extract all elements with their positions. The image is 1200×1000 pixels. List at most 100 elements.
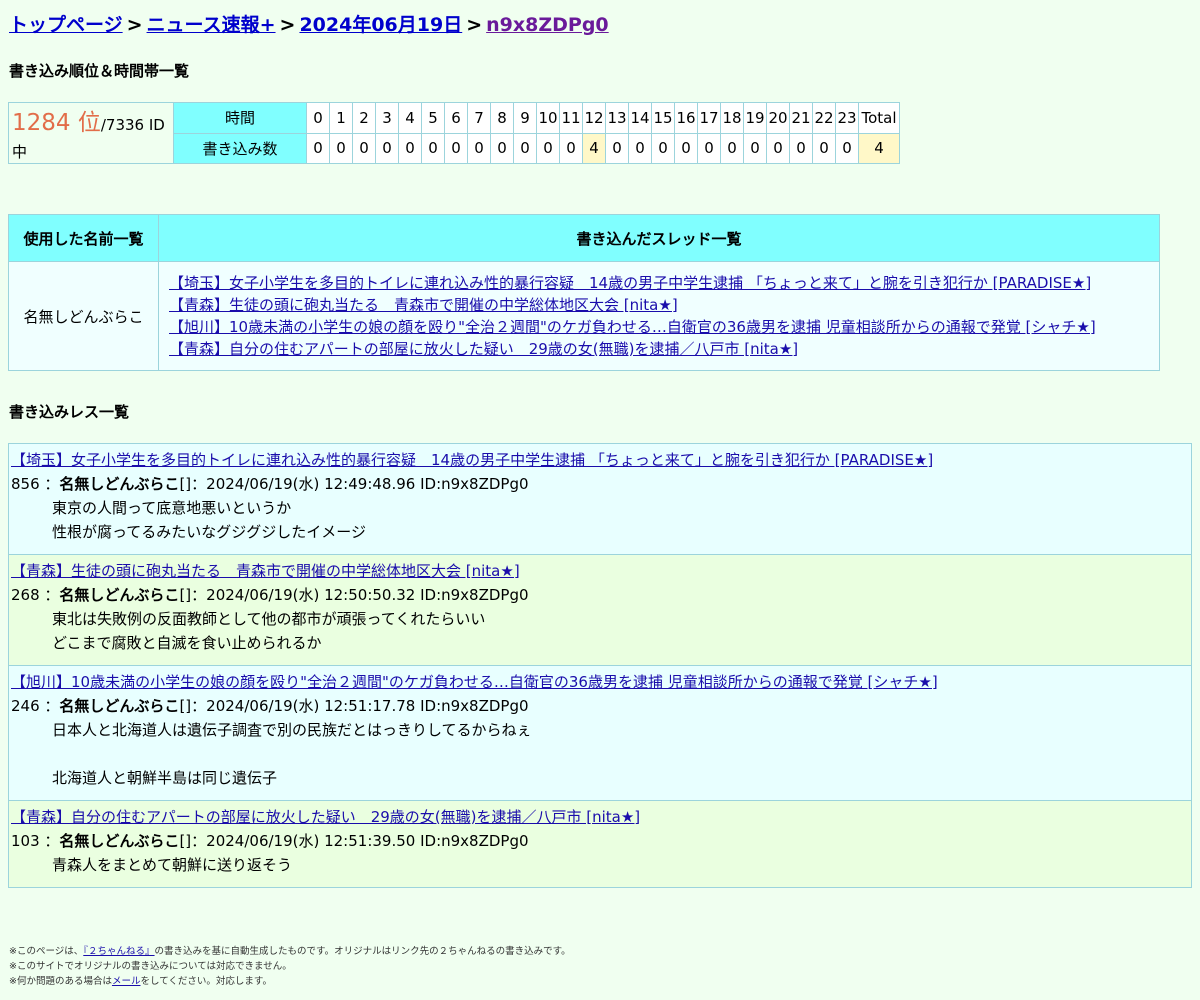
hour-count: 0 xyxy=(375,132,399,164)
count-label: 書き込み数 xyxy=(173,132,307,164)
breadcrumb-separator: > xyxy=(466,14,483,36)
breadcrumb-date-link[interactable]: 2024年06月19日 xyxy=(299,14,462,36)
hour-header: 20 xyxy=(766,102,790,134)
hour-header: 6 xyxy=(444,102,468,134)
hour-header: 5 xyxy=(421,102,445,134)
post-body: 東北は失敗例の反面教師として他の都市が頑張ってくれたらいい どこまで腐敗と自滅を… xyxy=(52,610,486,652)
breadcrumb-separator: > xyxy=(279,14,296,36)
hour-count: 0 xyxy=(766,132,790,164)
post-number: 856 xyxy=(11,475,40,493)
names-column-header: 使用した名前一覧 xyxy=(8,214,159,262)
hour-count: 0 xyxy=(490,132,514,164)
post-meta: 2024/06/19(水) 12:50:50.32 ID:n9x8ZDPg0 xyxy=(206,586,529,604)
post-author: 名無しどんぶらこ xyxy=(59,697,180,715)
hour-count: 0 xyxy=(444,132,468,164)
post-list: 【埼玉】女子小学生を多目的トイレに連れ込み性的暴行容疑 14歳の男子中学生逮捕 … xyxy=(8,443,1192,888)
hour-count: 0 xyxy=(398,132,422,164)
threads-column-header: 書き込んだスレッド一覧 xyxy=(158,214,1160,262)
hour-count: 0 xyxy=(513,132,537,164)
post-body: 日本人と北海道人は遺伝子調査で別の民族だとはっきりしてるからねぇ 北海道人と朝鮮… xyxy=(52,721,532,787)
hour-count: 0 xyxy=(789,132,813,164)
post-number: 103 xyxy=(11,832,40,850)
hour-count-highlight: 4 xyxy=(582,132,606,164)
post-number: 268 xyxy=(11,586,40,604)
post-thread-link[interactable]: 【青森】自分の住むアパートの部屋に放火した疑い 29歳の女(無職)を逮捕／八戸市… xyxy=(11,808,640,826)
rank-position: 1284 位 xyxy=(12,110,101,136)
hour-header: 4 xyxy=(398,102,422,134)
hour-header: 16 xyxy=(674,102,698,134)
hour-count: 0 xyxy=(559,132,583,164)
hour-header: 1 xyxy=(329,102,353,134)
hour-header: 10 xyxy=(536,102,560,134)
footer-line: ※このサイトでオリジナルの書き込みについては対応できません。 xyxy=(9,961,292,972)
breadcrumb: トップページ > ニュース速報+ >2024年06月19日 > n9x8ZDPg0 xyxy=(9,10,609,37)
hour-header: 21 xyxy=(789,102,813,134)
used-name: 名無しどんぶらこ xyxy=(8,261,159,371)
footer-line: ※何か問題のある場合はメールをしてください。対応します。 xyxy=(9,974,571,989)
post-author: 名無しどんぶらこ xyxy=(59,586,180,604)
hour-count: 0 xyxy=(467,132,491,164)
footer-text: をしてください。対応します。 xyxy=(140,976,272,987)
post-item: 【旭川】10歳未満の小学生の娘の顔を殴り"全治２週間"のケガ負わせる…自衛官の3… xyxy=(8,665,1192,800)
thread-link[interactable]: 【青森】生徒の頭に砲丸当たる 青森市で開催の中学総体地区大会 [nita★] xyxy=(169,294,1149,316)
total-count: 4 xyxy=(858,132,900,164)
post-item: 【青森】自分の住むアパートの部屋に放火した疑い 29歳の女(無職)を逮捕／八戸市… xyxy=(8,800,1192,888)
hour-header: 19 xyxy=(743,102,767,134)
post-body: 東京の人間って底意地悪いというか 性根が腐ってるみたいなグジグジしたイメージ xyxy=(52,499,366,541)
post-mail: [] xyxy=(179,697,192,715)
thread-list: 【埼玉】女子小学生を多目的トイレに連れ込み性的暴行容疑 14歳の男子中学生逮捕 … xyxy=(158,261,1160,371)
post-author: 名無しどんぶらこ xyxy=(59,475,180,493)
hour-header: 13 xyxy=(605,102,629,134)
hour-count: 0 xyxy=(628,132,652,164)
hour-header: 17 xyxy=(697,102,721,134)
time-label: 時間 xyxy=(173,102,307,134)
ranking-table: 1284 位/7336 ID中 時間 0 1 2 3 4 5 6 7 8 9 1… xyxy=(8,102,900,164)
footer-text: ※何か問題のある場合は xyxy=(9,976,112,987)
breadcrumb-board-link[interactable]: ニュース速報+ xyxy=(147,14,276,36)
hour-count: 0 xyxy=(674,132,698,164)
hour-count: 0 xyxy=(306,132,330,164)
footer: ※このページは、『２ちゃんねる』の書き込みを基に自動生成したものです。オリジナル… xyxy=(9,944,571,989)
post-meta: 2024/06/19(水) 12:51:39.50 ID:n9x8ZDPg0 xyxy=(206,832,529,850)
hour-count: 0 xyxy=(536,132,560,164)
rank-cell: 1284 位/7336 ID中 xyxy=(8,102,174,164)
hour-header: 15 xyxy=(651,102,675,134)
post-mail: [] xyxy=(179,475,192,493)
breadcrumb-top-link[interactable]: トップページ xyxy=(9,14,123,36)
posts-heading: 書き込みレス一覧 xyxy=(9,403,130,421)
post-body: 青森人をまとめて朝鮮に送り返そう xyxy=(52,856,293,874)
hour-count: 0 xyxy=(835,132,859,164)
hour-count: 0 xyxy=(743,132,767,164)
post-thread-link[interactable]: 【青森】生徒の頭に砲丸当たる 青森市で開催の中学総体地区大会 [nita★] xyxy=(11,562,520,580)
hour-count: 0 xyxy=(720,132,744,164)
hour-count: 0 xyxy=(329,132,353,164)
footer-line: ※このページは、『２ちゃんねる』の書き込みを基に自動生成したものです。オリジナル… xyxy=(9,944,571,959)
hour-header: 8 xyxy=(490,102,514,134)
hour-header: 2 xyxy=(352,102,376,134)
hour-count: 0 xyxy=(812,132,836,164)
hour-header: 12 xyxy=(582,102,606,134)
hour-header: 0 xyxy=(306,102,330,134)
footer-2ch-link[interactable]: 『２ちゃんねる』 xyxy=(83,946,154,957)
hour-header: 3 xyxy=(375,102,399,134)
post-header: 268 ：名無しどんぶらこ[]：2024/06/19(水) 12:50:50.3… xyxy=(11,586,529,604)
post-mail: [] xyxy=(179,586,192,604)
breadcrumb-separator: > xyxy=(126,14,143,36)
post-meta: 2024/06/19(水) 12:49:48.96 ID:n9x8ZDPg0 xyxy=(206,475,529,493)
hour-count: 0 xyxy=(352,132,376,164)
footer-mail-link[interactable]: メール xyxy=(112,976,141,987)
thread-link[interactable]: 【埼玉】女子小学生を多目的トイレに連れ込み性的暴行容疑 14歳の男子中学生逮捕 … xyxy=(169,272,1149,294)
post-header: 103 ：名無しどんぶらこ[]：2024/06/19(水) 12:51:39.5… xyxy=(11,832,529,850)
post-meta: 2024/06/19(水) 12:51:17.78 ID:n9x8ZDPg0 xyxy=(206,697,529,715)
thread-link[interactable]: 【青森】自分の住むアパートの部屋に放火した疑い 29歳の女(無職)を逮捕／八戸市… xyxy=(169,338,1149,360)
hour-count: 0 xyxy=(697,132,721,164)
hour-count: 0 xyxy=(605,132,629,164)
total-header: Total xyxy=(858,102,900,134)
post-item: 【埼玉】女子小学生を多目的トイレに連れ込み性的暴行容疑 14歳の男子中学生逮捕 … xyxy=(8,443,1192,554)
breadcrumb-id-link[interactable]: n9x8ZDPg0 xyxy=(486,14,609,36)
post-thread-link[interactable]: 【埼玉】女子小学生を多目的トイレに連れ込み性的暴行容疑 14歳の男子中学生逮捕 … xyxy=(11,451,933,469)
ranking-heading: 書き込み順位＆時間帯一覧 xyxy=(9,62,190,80)
post-thread-link[interactable]: 【旭川】10歳未満の小学生の娘の顔を殴り"全治２週間"のケガ負わせる…自衛官の3… xyxy=(11,673,938,691)
thread-link[interactable]: 【旭川】10歳未満の小学生の娘の顔を殴り"全治２週間"のケガ負わせる…自衛官の3… xyxy=(169,316,1149,338)
post-author: 名無しどんぶらこ xyxy=(59,832,180,850)
